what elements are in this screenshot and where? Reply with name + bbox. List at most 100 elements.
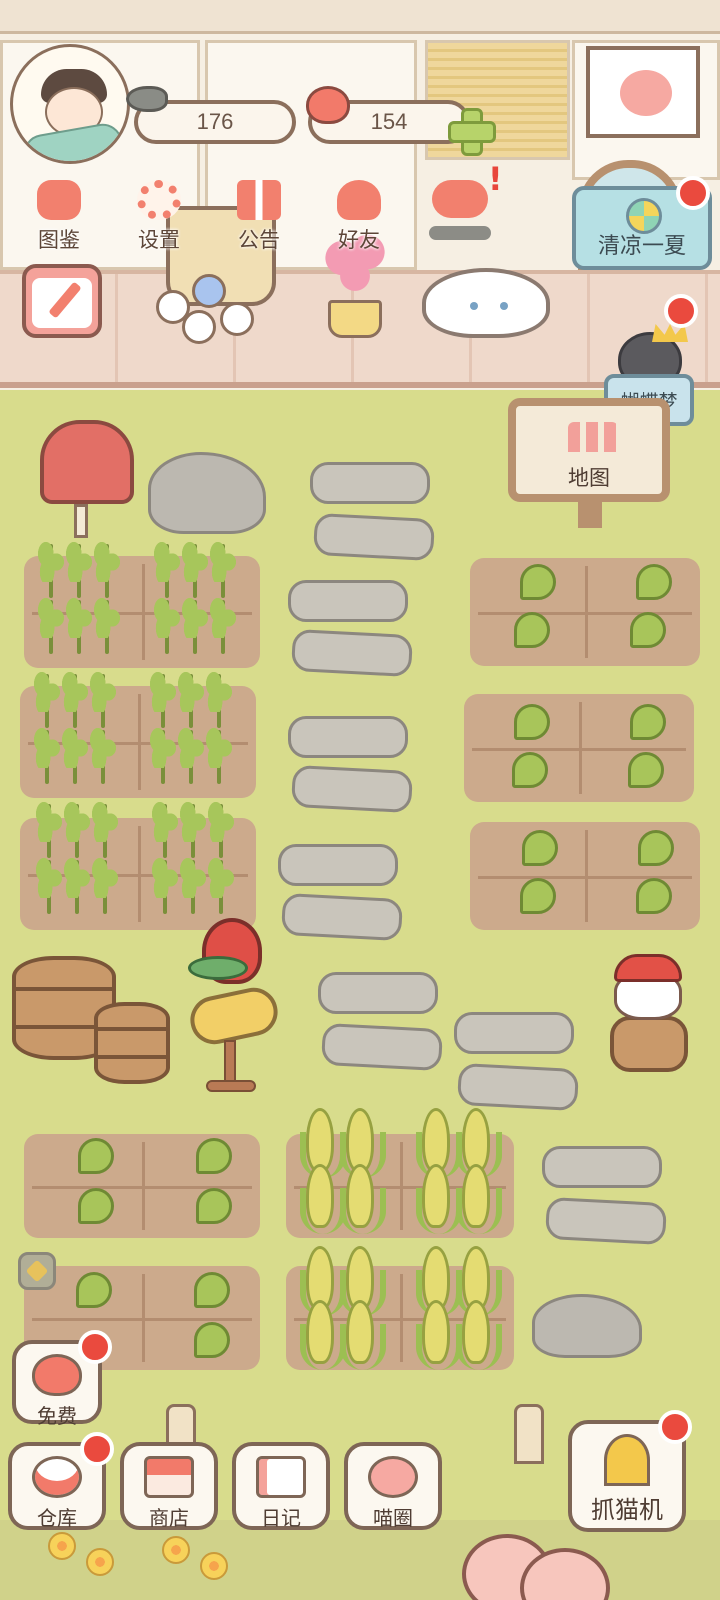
stepping-stone (310, 462, 430, 504)
wheat-crop[interactable] (62, 856, 92, 914)
wheat-crop[interactable] (152, 596, 182, 654)
wheat-crop[interactable] (34, 856, 64, 914)
seedling-crop[interactable] (626, 608, 670, 652)
wheat-crop[interactable] (180, 596, 210, 654)
wheat-crop[interactable] (208, 596, 238, 654)
nav-label: 仓库 (37, 1506, 77, 1530)
heart-message-button[interactable] (425, 180, 495, 246)
wheat-crop[interactable] (32, 670, 62, 728)
wheat-crop[interactable] (150, 800, 180, 858)
corn-crop[interactable] (300, 1300, 346, 1370)
wheat-crop[interactable] (206, 856, 236, 914)
wheat-crop[interactable] (148, 726, 178, 784)
wheat-crop[interactable] (178, 800, 208, 858)
yellow-flower (86, 1548, 114, 1576)
collapse-toggle-button[interactable] (18, 1252, 56, 1290)
seedling-crop[interactable] (632, 874, 676, 918)
corn-crop[interactable] (416, 1300, 462, 1370)
fish-count: 176 (196, 109, 234, 134)
seedling-crop[interactable] (634, 826, 678, 870)
player-avatar[interactable] (10, 44, 130, 164)
nav-shop[interactable]: 商店 (120, 1442, 218, 1530)
seedling-crop[interactable] (632, 560, 676, 604)
wheat-crop[interactable] (64, 540, 94, 598)
seedling-crop[interactable] (72, 1268, 116, 1312)
wheat-crop[interactable] (176, 670, 206, 728)
menu-friends[interactable]: 好友 (324, 180, 394, 252)
seedling-crop[interactable] (510, 700, 554, 744)
claw-machine-label: 抓猫机 (591, 1496, 663, 1524)
wheat-crop[interactable] (204, 726, 234, 784)
wheat-crop[interactable] (206, 800, 236, 858)
wheat-crop[interactable] (90, 856, 120, 914)
wheat-crop[interactable] (148, 670, 178, 728)
menu-label: 设置 (138, 228, 180, 252)
wheat-crop[interactable] (32, 726, 62, 784)
wheat-crop[interactable] (90, 800, 120, 858)
wheat-crop[interactable] (88, 726, 118, 784)
seedling-crop[interactable] (190, 1318, 234, 1362)
fence-icon (568, 422, 618, 452)
seedling-crop[interactable] (192, 1184, 236, 1228)
pirate-cat-npc[interactable] (604, 946, 694, 1076)
friends-icon (337, 180, 381, 220)
wheat-crop[interactable] (36, 596, 66, 654)
wheat-crop[interactable] (60, 726, 90, 784)
seedling-crop[interactable] (626, 700, 670, 744)
seedling-crop[interactable] (190, 1268, 234, 1312)
wheat-crop[interactable] (152, 540, 182, 598)
stepping-stone (288, 580, 408, 622)
telescope[interactable] (185, 983, 283, 1096)
wheat-crop[interactable] (92, 540, 122, 598)
menu-announcement[interactable]: 公告 (224, 180, 294, 252)
notification-dot (658, 1410, 692, 1444)
flower-poster (586, 46, 700, 138)
wheat-crop[interactable] (178, 856, 208, 914)
seedling-crop[interactable] (192, 1134, 236, 1178)
calendar-button[interactable] (22, 264, 102, 338)
seedling-crop[interactable] (510, 608, 554, 652)
wheat-crop[interactable] (34, 800, 64, 858)
corn-crop[interactable] (340, 1164, 386, 1234)
map-signboard[interactable]: 地图 (508, 398, 670, 528)
summer-event-label: 清凉一夏 (597, 234, 686, 259)
yellow-flower (48, 1532, 76, 1560)
gift-icon (237, 180, 281, 220)
corn-crop[interactable] (456, 1300, 502, 1370)
wheat-crop[interactable] (60, 670, 90, 728)
notification-dot (78, 1330, 112, 1364)
seedling-crop[interactable] (74, 1134, 118, 1178)
menu-collection[interactable]: 图鉴 (24, 180, 94, 252)
seedling-crop[interactable] (516, 874, 560, 918)
wheat-crop[interactable] (204, 670, 234, 728)
corn-crop[interactable] (416, 1164, 462, 1234)
seedling-crop[interactable] (624, 748, 668, 792)
corn-crop[interactable] (300, 1164, 346, 1234)
corn-crop[interactable] (340, 1300, 386, 1370)
wheat-crop[interactable] (180, 540, 210, 598)
corn-crop[interactable] (456, 1164, 502, 1234)
wheat-crop[interactable] (88, 670, 118, 728)
nav-cat-circle[interactable]: 喵圈 (344, 1442, 442, 1530)
stepping-stone (312, 512, 436, 562)
mailbox[interactable] (40, 420, 136, 538)
menu-label: 好友 (338, 228, 380, 252)
nav-diary[interactable]: 日记 (232, 1442, 330, 1530)
wheat-crop[interactable] (150, 856, 180, 914)
seedling-crop[interactable] (74, 1184, 118, 1228)
wheat-crop[interactable] (208, 540, 238, 598)
wheat-crop[interactable] (36, 540, 66, 598)
add-hearts-button[interactable] (448, 108, 496, 156)
menu-settings[interactable]: 设置 (124, 180, 194, 252)
parrot-npc[interactable] (188, 918, 272, 998)
seedling-crop[interactable] (516, 560, 560, 604)
wheat-crop[interactable] (64, 596, 94, 654)
seedling-crop[interactable] (508, 748, 552, 792)
wheat-crop[interactable] (62, 800, 92, 858)
stepping-stone (288, 716, 408, 758)
seedling-crop[interactable] (518, 826, 562, 870)
sleeping-white-cat[interactable] (422, 268, 550, 338)
white-flowers[interactable] (156, 270, 276, 350)
wheat-crop[interactable] (176, 726, 206, 784)
wheat-crop[interactable] (92, 596, 122, 654)
